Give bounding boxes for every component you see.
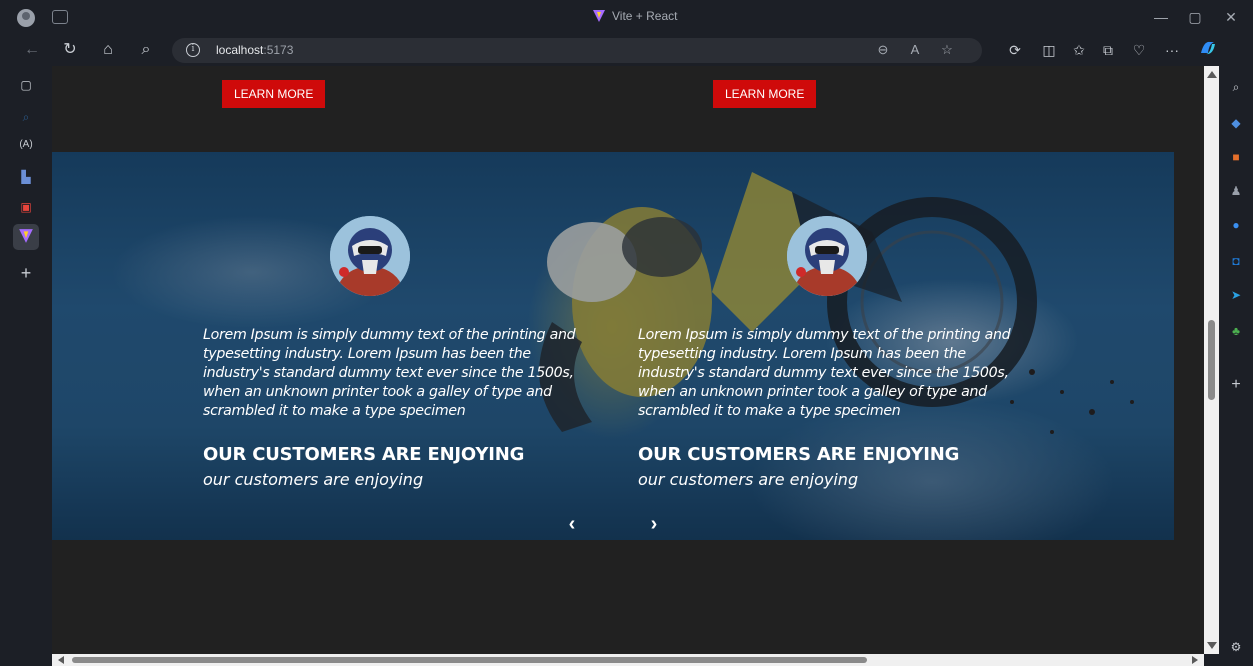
vertical-scroll-thumb[interactable] (1208, 320, 1215, 400)
tag-icon[interactable]: ◆ (1227, 114, 1245, 132)
tree-icon[interactable]: ♣ (1227, 322, 1245, 340)
add-icon[interactable]: + (17, 264, 35, 282)
window-title: Vite + React (592, 9, 677, 23)
search-icon[interactable]: ⌕ (17, 108, 35, 126)
collections-icon[interactable]: ⧉ (1096, 38, 1120, 62)
translate-icon[interactable]: (A) (17, 136, 35, 154)
read-aloud-icon[interactable]: A (904, 42, 926, 60)
carousel-prev-button[interactable]: ‹ (562, 514, 582, 534)
toolbox-icon[interactable]: ■ (1227, 148, 1245, 166)
workspaces-icon[interactable] (52, 10, 68, 24)
extensions-icon[interactable]: ⟳ (1003, 38, 1027, 62)
horizontal-scroll-thumb[interactable] (72, 657, 867, 663)
rider-helmet-icon (787, 216, 867, 296)
back-button[interactable]: ← (20, 38, 44, 62)
search-button[interactable]: ⌕ (134, 38, 158, 62)
carousel-next-button[interactable]: › (644, 514, 664, 534)
testimonial-slide: Lorem Ipsum is simply dummy text of the … (638, 152, 1028, 540)
outlook-icon[interactable]: ◘ (1227, 252, 1245, 270)
url-text[interactable]: localhost:5173 (216, 43, 293, 57)
search-icon[interactable]: ⌕ (1227, 78, 1245, 96)
page-viewport: LEARN MORE LEARN MORE Lorem Ipsum is sim… (52, 66, 1204, 654)
scroll-left-arrow-icon[interactable] (58, 656, 64, 664)
rider-helmet-icon (330, 216, 410, 296)
add-icon[interactable]: + (1227, 376, 1245, 394)
favorite-star-icon[interactable]: ☆ (936, 42, 958, 60)
vite-logo-icon (593, 10, 605, 22)
left-sidebar: ▢ ⌕ (A) ▙ ▣ + (0, 66, 52, 666)
address-bar-row: ← ↻ ⌂ ⌕ i localhost:5173 ⊖ A ☆ (0, 34, 1253, 66)
testimonial-slide: Lorem Ipsum is simply dummy text of the … (203, 152, 593, 540)
url-field[interactable]: i localhost:5173 ⊖ A ☆ (172, 38, 982, 63)
vite-app-icon[interactable] (17, 228, 35, 246)
pdf-icon[interactable]: ▣ (17, 198, 35, 216)
zoom-icon[interactable]: ⊖ (872, 42, 894, 60)
testimonial-quote: Lorem Ipsum is simply dummy text of the … (203, 327, 576, 419)
learn-more-button[interactable]: LEARN MORE (713, 80, 817, 108)
horizontal-scrollbar[interactable] (52, 654, 1204, 666)
title-bar: Vite + React — ▢ ✕ (0, 0, 1253, 34)
browser-essentials-icon[interactable]: ♡ (1127, 38, 1151, 62)
scroll-down-arrow-icon[interactable] (1207, 642, 1217, 649)
testimonial-heading: OUR CUSTOMERS ARE ENJOYING (638, 444, 960, 465)
collections-icon[interactable]: ▙ (17, 168, 35, 186)
scroll-right-arrow-icon[interactable] (1192, 656, 1198, 664)
more-options-icon[interactable]: ··· (1160, 38, 1184, 62)
close-icon[interactable]: ✕ (1220, 6, 1242, 28)
site-info-icon[interactable]: i (186, 43, 200, 57)
testimonial-heading: OUR CUSTOMERS ARE ENJOYING (203, 444, 525, 465)
telegram-icon[interactable]: ➤ (1227, 286, 1245, 304)
people-icon[interactable]: ♟ (1227, 182, 1245, 200)
tab-actions-icon[interactable]: ▢ (17, 76, 35, 94)
minimize-icon[interactable]: — (1150, 6, 1172, 28)
customer-avatar (330, 216, 410, 296)
testimonial-subheading: our customers are enjoying (203, 470, 424, 489)
learn-more-button[interactable]: LEARN MORE (222, 80, 326, 108)
settings-icon[interactable]: ⚙ (1227, 638, 1245, 656)
testimonial-subheading: our customers are enjoying (638, 470, 859, 489)
home-button[interactable]: ⌂ (96, 38, 120, 62)
right-sidebar: ⌕ ◆ ■ ♟ ● ◘ ➤ ♣ + ⚙ (1219, 66, 1253, 666)
customer-avatar (787, 216, 867, 296)
copilot-icon[interactable] (1196, 38, 1220, 62)
favorites-icon[interactable]: ✩ (1067, 38, 1091, 62)
scroll-up-arrow-icon[interactable] (1207, 71, 1217, 78)
maximize-icon[interactable]: ▢ (1184, 6, 1206, 28)
copilot-icon[interactable]: ● (1227, 216, 1245, 234)
refresh-button[interactable]: ↻ (58, 38, 82, 62)
tab-title-text: Vite + React (612, 9, 678, 23)
testimonial-hero: Lorem Ipsum is simply dummy text of the … (52, 152, 1174, 540)
split-screen-icon[interactable]: ◫ (1037, 38, 1061, 62)
testimonial-quote: Lorem Ipsum is simply dummy text of the … (638, 327, 1011, 419)
profile-avatar-icon[interactable] (17, 9, 35, 27)
vertical-scrollbar[interactable] (1204, 66, 1219, 654)
